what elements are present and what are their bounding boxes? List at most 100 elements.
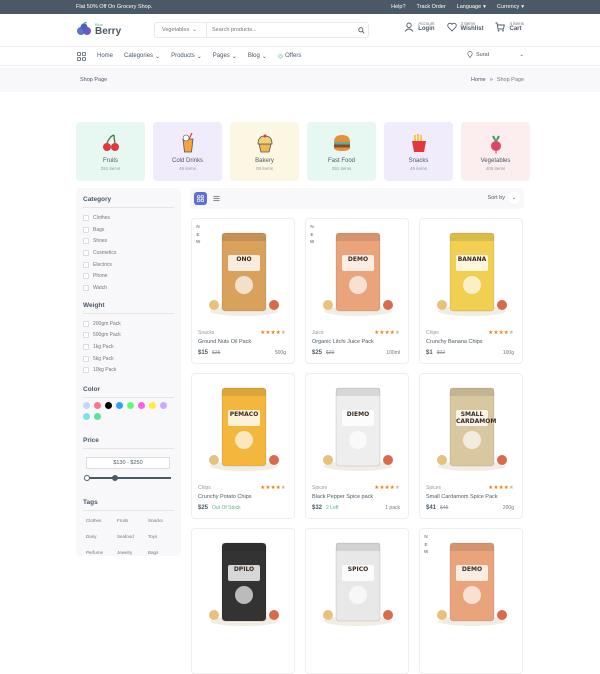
nav-pages[interactable]: Pages ⌄	[213, 53, 237, 60]
checkbox[interactable]	[83, 261, 89, 268]
category-option[interactable]: Bags	[83, 224, 174, 236]
nav-home[interactable]: Home	[97, 53, 113, 60]
checkbox[interactable]	[83, 273, 89, 280]
color-swatch[interactable]	[105, 402, 112, 410]
checkbox[interactable]	[83, 332, 89, 339]
tag-chip[interactable]: Perfume	[83, 547, 109, 558]
list-view-button[interactable]	[210, 192, 223, 205]
product-weight: 200g	[502, 505, 514, 511]
product-name[interactable]: Small Cardamom Spice Pack	[426, 494, 498, 500]
weight-option[interactable]: 200gm Pack	[83, 318, 174, 330]
tag-chip[interactable]: Fruits	[114, 515, 140, 526]
weight-option[interactable]: 10kg Pack	[83, 365, 174, 377]
checkbox[interactable]	[83, 214, 89, 221]
tag-chip[interactable]: Snacks	[145, 515, 171, 526]
nav-products[interactable]: Products ⌄	[171, 53, 202, 60]
product-card[interactable]: DIEMO Spices ★★★★★ Black Pepper Spice pack $…	[305, 373, 409, 519]
tag-chip[interactable]: Toys	[145, 531, 171, 542]
currency-dropdown[interactable]: Currency ▾	[497, 4, 524, 10]
grid-view-button[interactable]	[194, 192, 207, 205]
search-button[interactable]	[354, 26, 368, 34]
product-name[interactable]: Crunchy Banana Chips	[426, 339, 483, 345]
price-slider[interactable]	[84, 473, 171, 483]
color-swatch[interactable]	[149, 402, 156, 410]
tag-chip[interactable]: Seafood	[114, 531, 140, 542]
cart-button[interactable]: 4 items Cart	[495, 21, 524, 34]
product-card[interactable]: SMALL CARDAMOM Spices ★★★★★ Small Cardamom …	[419, 373, 523, 519]
location-select[interactable]: Surat ⌄	[467, 51, 524, 58]
product-card[interactable]: BANANA Chips ★★★★★ Crunchy Banana Chips $1 $0…	[419, 218, 523, 364]
category-card-fast-food[interactable]: Fast Food 291 items	[307, 122, 376, 181]
checkbox[interactable]	[83, 320, 89, 327]
color-swatch[interactable]	[138, 402, 145, 410]
product-card[interactable]: SPICO	[305, 528, 409, 674]
product-name[interactable]: Organic Litchi Juice Pack	[312, 339, 374, 345]
category-option[interactable]: Clothes	[83, 212, 174, 224]
search-input[interactable]: Search products...	[207, 27, 354, 33]
product-image[interactable]	[306, 374, 408, 482]
category-card-snacks[interactable]: Snacks 49 items	[384, 122, 453, 181]
account-button[interactable]: Account Login	[404, 21, 435, 34]
category-option[interactable]: Electrics	[83, 259, 174, 271]
nav-blog[interactable]: Blog ⌄	[248, 53, 267, 60]
category-card-cold-drinks[interactable]: Cold Drinks 49 items	[153, 122, 222, 181]
product-name[interactable]: Black Pepper Spice pack	[312, 494, 373, 500]
weight-option[interactable]: 5kg Pack	[83, 353, 174, 365]
product-image[interactable]	[192, 529, 294, 637]
color-swatch[interactable]	[127, 402, 134, 410]
help-link[interactable]: Help?	[391, 4, 405, 10]
breadcrumb-home-link[interactable]: Home	[471, 77, 486, 83]
category-card-vegetables[interactable]: Vegetables 405 items	[461, 122, 530, 181]
product-image[interactable]	[420, 529, 522, 637]
sort-dropdown[interactable]: Sort by ⌄	[488, 192, 520, 204]
tag-chip[interactable]: Clothes	[83, 515, 109, 526]
category-option[interactable]: Cosmetics	[83, 247, 174, 259]
category-option[interactable]: Shoes	[83, 235, 174, 247]
nav-categories[interactable]: Categories ⌄	[124, 53, 160, 60]
logo[interactable]: Blue Berry	[76, 22, 154, 38]
checkbox[interactable]	[83, 238, 89, 245]
price-slider-max-handle[interactable]	[111, 475, 118, 482]
category-option[interactable]: Watch	[83, 282, 174, 294]
tag-chip[interactable]: Bags	[145, 547, 171, 558]
weight-option[interactable]: 1kg Pack	[83, 341, 174, 353]
product-image[interactable]	[192, 374, 294, 482]
product-image[interactable]	[420, 374, 522, 482]
product-card[interactable]: PEMACO Chips ★★★★★ Crunchy Potato Chips $25 O…	[191, 373, 295, 519]
product-card[interactable]: ONO NEW Snacks ★★★★★ Ground Nuts Oil Pack $15…	[191, 218, 295, 364]
tag-chip[interactable]: Dairy	[83, 531, 109, 542]
color-swatch[interactable]	[94, 413, 101, 421]
product-name[interactable]: Crunchy Potato Chips	[198, 494, 252, 500]
checkbox[interactable]	[83, 226, 89, 233]
all-categories-button[interactable]	[76, 51, 87, 62]
nav-offers[interactable]: ◎ Offers	[278, 53, 301, 60]
product-name[interactable]: Ground Nuts Oil Pack	[198, 339, 251, 345]
product-card[interactable]: DEMO NEW	[419, 528, 523, 674]
checkbox[interactable]	[83, 344, 89, 351]
product-image[interactable]	[192, 219, 294, 327]
category-card-bakery[interactable]: Bakery 08 items	[230, 122, 299, 181]
price-slider-min-handle[interactable]	[84, 475, 90, 482]
color-swatch[interactable]	[116, 402, 123, 410]
checkbox[interactable]	[83, 355, 89, 362]
tag-chip[interactable]: Jewelry	[114, 547, 140, 558]
color-swatch[interactable]	[83, 413, 90, 421]
search-category-select[interactable]: Vegetables ⌄	[155, 23, 207, 37]
color-swatch[interactable]	[160, 402, 167, 410]
product-card[interactable]: DPILO	[191, 528, 295, 674]
product-image[interactable]	[306, 219, 408, 327]
category-option[interactable]: Phone	[83, 270, 174, 282]
wishlist-button[interactable]: 3 Items Wishlist	[446, 21, 483, 34]
checkbox[interactable]	[83, 249, 89, 256]
checkbox[interactable]	[83, 284, 89, 291]
category-card-fruits[interactable]: Fruits 291 items	[76, 122, 145, 181]
product-card[interactable]: DEMO NEW Juice ★★★★★ Organic Litchi Juice Pa…	[305, 218, 409, 364]
product-image[interactable]	[306, 529, 408, 637]
track-order-link[interactable]: Track Order	[417, 4, 446, 10]
language-dropdown[interactable]: Language ▾	[457, 4, 486, 10]
checkbox[interactable]	[83, 367, 89, 374]
product-image[interactable]	[420, 219, 522, 327]
weight-option[interactable]: 500gm Pack	[83, 330, 174, 342]
color-swatch[interactable]	[83, 402, 90, 410]
color-swatch[interactable]	[94, 402, 101, 410]
